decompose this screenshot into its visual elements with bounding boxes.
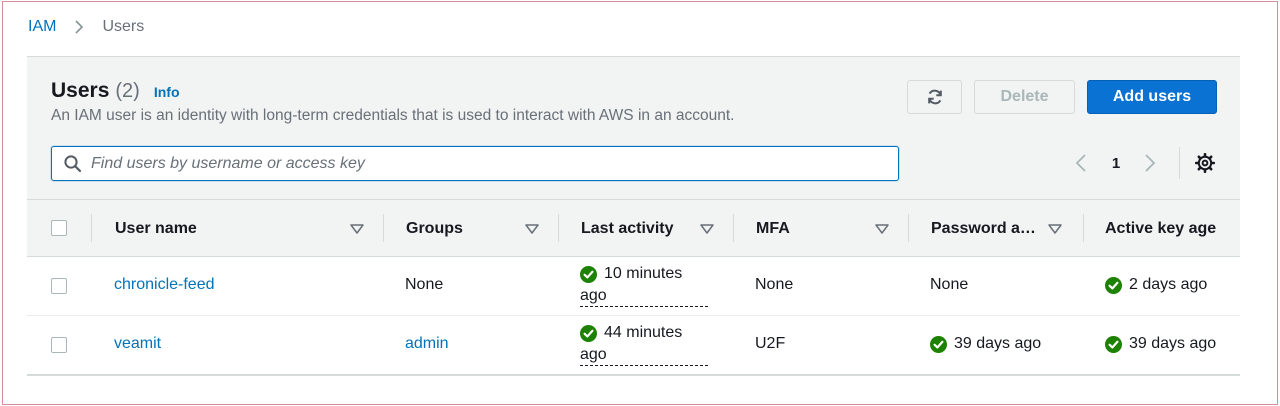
mfa-cell: None xyxy=(755,276,794,293)
sort-caret-icon xyxy=(874,222,890,234)
table-row: veamit admin 44 minutes ago U2F 39 days … xyxy=(27,316,1240,375)
column-header-password-age[interactable]: Password a… xyxy=(908,200,1083,258)
success-check-icon xyxy=(1105,276,1122,294)
search-input[interactable] xyxy=(91,154,871,173)
column-header-mfa[interactable]: MFA xyxy=(733,200,908,258)
column-label: Groups xyxy=(406,220,463,237)
sort-caret-icon xyxy=(524,222,540,234)
add-users-button[interactable]: Add users xyxy=(1087,80,1217,114)
password-age-text: 39 days ago xyxy=(954,335,1042,352)
table-column-headers: User name Groups Last activity MFA Passw… xyxy=(27,199,1240,257)
users-table-container: Users (2) Info An IAM user is an identit… xyxy=(27,56,1240,376)
page-number[interactable]: 1 xyxy=(1105,149,1127,177)
previous-page-button[interactable] xyxy=(1070,149,1092,177)
user-name-text[interactable]: veamit xyxy=(114,335,161,353)
user-name-text[interactable]: chronicle-feed xyxy=(114,276,215,294)
page-description: An IAM user is an identity with long-ter… xyxy=(51,107,735,124)
sort-caret-icon xyxy=(1047,222,1063,234)
info-link[interactable]: Info xyxy=(154,84,180,100)
active-key-age-text: 39 days ago xyxy=(1129,335,1217,352)
success-check-icon xyxy=(930,335,947,353)
last-activity-cell: 44 minutes ago xyxy=(580,321,710,366)
mfa-cell: U2F xyxy=(755,335,786,352)
chevron-right-icon xyxy=(1144,153,1156,173)
success-check-icon xyxy=(580,324,597,342)
active-key-age-text: 2 days ago xyxy=(1129,276,1208,293)
chevron-right-icon xyxy=(74,19,84,35)
select-all-checkbox[interactable] xyxy=(51,220,67,236)
search-icon xyxy=(63,154,83,174)
column-header-last-activity[interactable]: Last activity xyxy=(558,200,733,258)
password-age-cell: None xyxy=(930,276,969,293)
column-label: Active key age xyxy=(1105,220,1217,237)
success-check-icon xyxy=(580,265,597,283)
last-activity-cell: 10 minutes ago xyxy=(580,262,710,307)
active-key-age-cell: 2 days ago xyxy=(1105,276,1207,294)
breadcrumb: IAM Users xyxy=(28,16,144,38)
delete-button[interactable]: Delete xyxy=(974,80,1075,114)
column-label: MFA xyxy=(756,220,790,237)
groups-link[interactable]: admin xyxy=(405,335,449,353)
column-label: Password a… xyxy=(931,220,1036,237)
last-activity-ago: ago xyxy=(580,286,708,307)
page-title-row: Users (2) Info xyxy=(51,79,180,103)
breadcrumb-current: Users xyxy=(102,18,145,35)
password-age-cell: 39 days ago xyxy=(930,335,1041,353)
last-activity-text: 44 minutes xyxy=(604,324,683,341)
group-name-text[interactable]: admin xyxy=(405,335,449,353)
sort-caret-icon xyxy=(699,222,715,234)
column-header-groups[interactable]: Groups xyxy=(383,200,558,258)
groups-cell: None xyxy=(405,276,444,293)
refresh-button[interactable] xyxy=(907,80,962,114)
user-name-link[interactable]: veamit xyxy=(114,335,161,353)
sort-caret-icon xyxy=(349,222,365,234)
user-name-link[interactable]: chronicle-feed xyxy=(114,276,215,294)
chevron-left-icon xyxy=(1075,153,1087,173)
refresh-icon xyxy=(926,88,944,106)
gear-icon xyxy=(1195,153,1215,173)
last-activity-ago: ago xyxy=(580,345,708,366)
row-checkbox[interactable] xyxy=(51,337,67,353)
column-label: Last activity xyxy=(581,220,674,237)
pager-divider xyxy=(1179,147,1180,179)
active-key-age-cell: 39 days ago xyxy=(1105,335,1216,353)
table-settings-button[interactable] xyxy=(1193,151,1217,175)
row-checkbox[interactable] xyxy=(51,278,67,294)
search-field[interactable] xyxy=(51,146,899,181)
table-header-panel: Users (2) Info An IAM user is an identit… xyxy=(27,57,1240,199)
success-check-icon xyxy=(1105,335,1122,353)
page-title: Users xyxy=(51,79,110,102)
breadcrumb-iam-link[interactable]: IAM xyxy=(28,18,56,36)
column-label: User name xyxy=(115,220,197,237)
next-page-button[interactable] xyxy=(1139,149,1161,177)
column-header-user-name[interactable]: User name xyxy=(91,200,383,258)
column-header-active-key-age[interactable]: Active key age xyxy=(1083,200,1240,258)
table-row: chronicle-feed None 10 minutes ago None … xyxy=(27,257,1240,316)
last-activity-text: 10 minutes xyxy=(604,265,683,282)
users-count: (2) xyxy=(115,80,140,102)
